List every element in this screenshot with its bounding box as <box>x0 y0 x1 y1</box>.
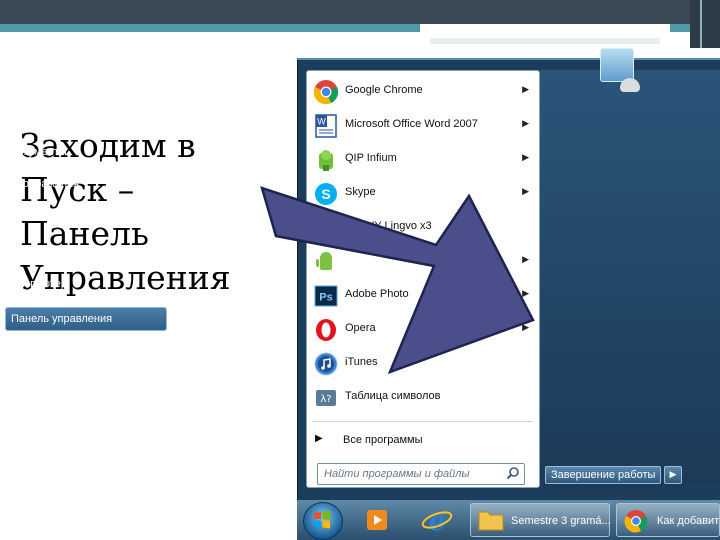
program-item-lingvo[interactable]: ABBYY Lingvo x3 <box>307 211 539 245</box>
taskbar-chrome-button[interactable]: Как добавит <box>616 503 720 537</box>
internet-explorer-icon[interactable]: e <box>420 505 454 535</box>
program-item-qip[interactable]: QIP Infium ▶ <box>307 143 539 177</box>
program-label: Google Chrome <box>345 84 423 96</box>
user-picture[interactable] <box>600 48 634 82</box>
menu-separator <box>313 421 533 422</box>
svg-text:W: W <box>317 117 326 127</box>
program-label: iTunes <box>345 356 378 368</box>
program-label: ABBYY Lingvo x3 <box>345 220 432 232</box>
charmap-icon: λ? <box>316 390 336 406</box>
android-icon <box>316 252 332 270</box>
taskbar-button-label: Semestre 3 gramá... <box>511 515 611 527</box>
program-label: QIP Infium <box>345 152 397 164</box>
right-item-help-support[interactable]: Справка и поддержка <box>10 410 121 422</box>
slide-top-notch-line <box>430 38 660 44</box>
submenu-arrow-icon: ▶ <box>522 85 529 95</box>
itunes-icon <box>314 352 338 376</box>
qip-icon <box>319 150 333 171</box>
program-item-itunes[interactable]: iTunes <box>307 347 539 381</box>
slide-corner-line <box>700 0 702 48</box>
word-icon: W <box>315 114 337 138</box>
search-input[interactable] <box>324 467 504 481</box>
submenu-arrow-icon: ▶ <box>522 153 529 163</box>
windows-logo-icon <box>314 511 330 529</box>
slide-text-line: Панель <box>20 214 149 253</box>
lingvo-icon <box>317 219 335 237</box>
right-item-pictures[interactable]: Изображения <box>10 178 79 190</box>
slide-top-notch <box>420 24 670 38</box>
start-menu-programs-pane: Google Chrome ▶ W Microsoft Office Word … <box>306 70 540 488</box>
taskbar-folder-button[interactable]: Semestre 3 gramá... <box>470 503 611 537</box>
slide-top-bar <box>0 0 720 26</box>
folder-icon <box>478 511 504 531</box>
right-item-documents[interactable]: Документы <box>10 146 67 158</box>
submenu-arrow-icon: ▶ <box>522 289 529 299</box>
taskbar-button-label: Как добавит <box>657 515 720 527</box>
submenu-arrow-icon: ▶ <box>522 255 529 265</box>
chrome-icon <box>313 80 339 105</box>
program-label: Microsoft Office Word 2007 <box>345 118 478 130</box>
program-item-word[interactable]: W Microsoft Office Word 2007 ▶ <box>307 109 539 143</box>
submenu-arrow-icon: ▶ <box>522 323 529 333</box>
submenu-arrow-icon: ▶ <box>522 119 529 129</box>
program-item-opera[interactable]: Opera ▶ <box>307 313 539 347</box>
svg-text:e: e <box>429 507 446 535</box>
right-item-games[interactable]: Игры <box>10 246 36 258</box>
slide-corner-decoration <box>690 0 720 48</box>
right-item-computer[interactable]: Компьютер <box>10 278 67 290</box>
submenu-arrow-icon: ▶ <box>522 187 529 197</box>
user-picture-frame <box>620 78 640 92</box>
program-item-charmap[interactable]: λ? Таблица символов <box>307 381 539 415</box>
svg-text:S: S <box>321 186 330 202</box>
right-item-default-programs[interactable]: Программы по умолчанию <box>10 377 145 389</box>
shutdown-options-button[interactable]: ▶ <box>664 466 682 484</box>
program-item-chrome[interactable]: Google Chrome ▶ <box>307 75 539 109</box>
slide-text-line: Пуск – <box>20 170 135 209</box>
all-programs-item[interactable]: ▶ Все программы <box>307 429 539 451</box>
program-label: Skype <box>345 186 376 198</box>
search-icon[interactable] <box>506 466 520 480</box>
skype-icon: S <box>315 183 337 205</box>
all-programs-label: Все программы <box>343 434 423 446</box>
shutdown-button[interactable]: Завершение работы <box>545 466 661 484</box>
svg-text:Ps: Ps <box>319 292 332 304</box>
program-label: Opera <box>345 322 376 334</box>
program-label: Adobe Photo <box>345 288 409 300</box>
opera-icon <box>316 319 336 341</box>
start-menu-right-pane <box>540 70 720 486</box>
right-item-control-panel[interactable]: Панель управления <box>5 307 167 331</box>
program-item-photoshop[interactable]: Ps Adobe Photo ▶ <box>307 279 539 313</box>
program-label: Таблица символов <box>345 390 441 402</box>
media-player-icon[interactable] <box>360 505 394 535</box>
right-item-user[interactable]: Espiritu <box>10 112 47 124</box>
photoshop-icon: Ps <box>314 285 338 307</box>
svg-text:λ?: λ? <box>320 394 331 405</box>
program-item-android[interactable]: ▶ <box>307 245 539 279</box>
search-box[interactable] <box>317 463 525 485</box>
program-item-skype[interactable]: S Skype ▶ <box>307 177 539 211</box>
right-item-devices-printers[interactable]: Устройства и принтеры <box>10 346 129 358</box>
chrome-icon <box>624 510 648 533</box>
play-arrow-icon: ▶ <box>315 433 323 444</box>
right-item-music[interactable]: Музыка <box>10 210 49 222</box>
